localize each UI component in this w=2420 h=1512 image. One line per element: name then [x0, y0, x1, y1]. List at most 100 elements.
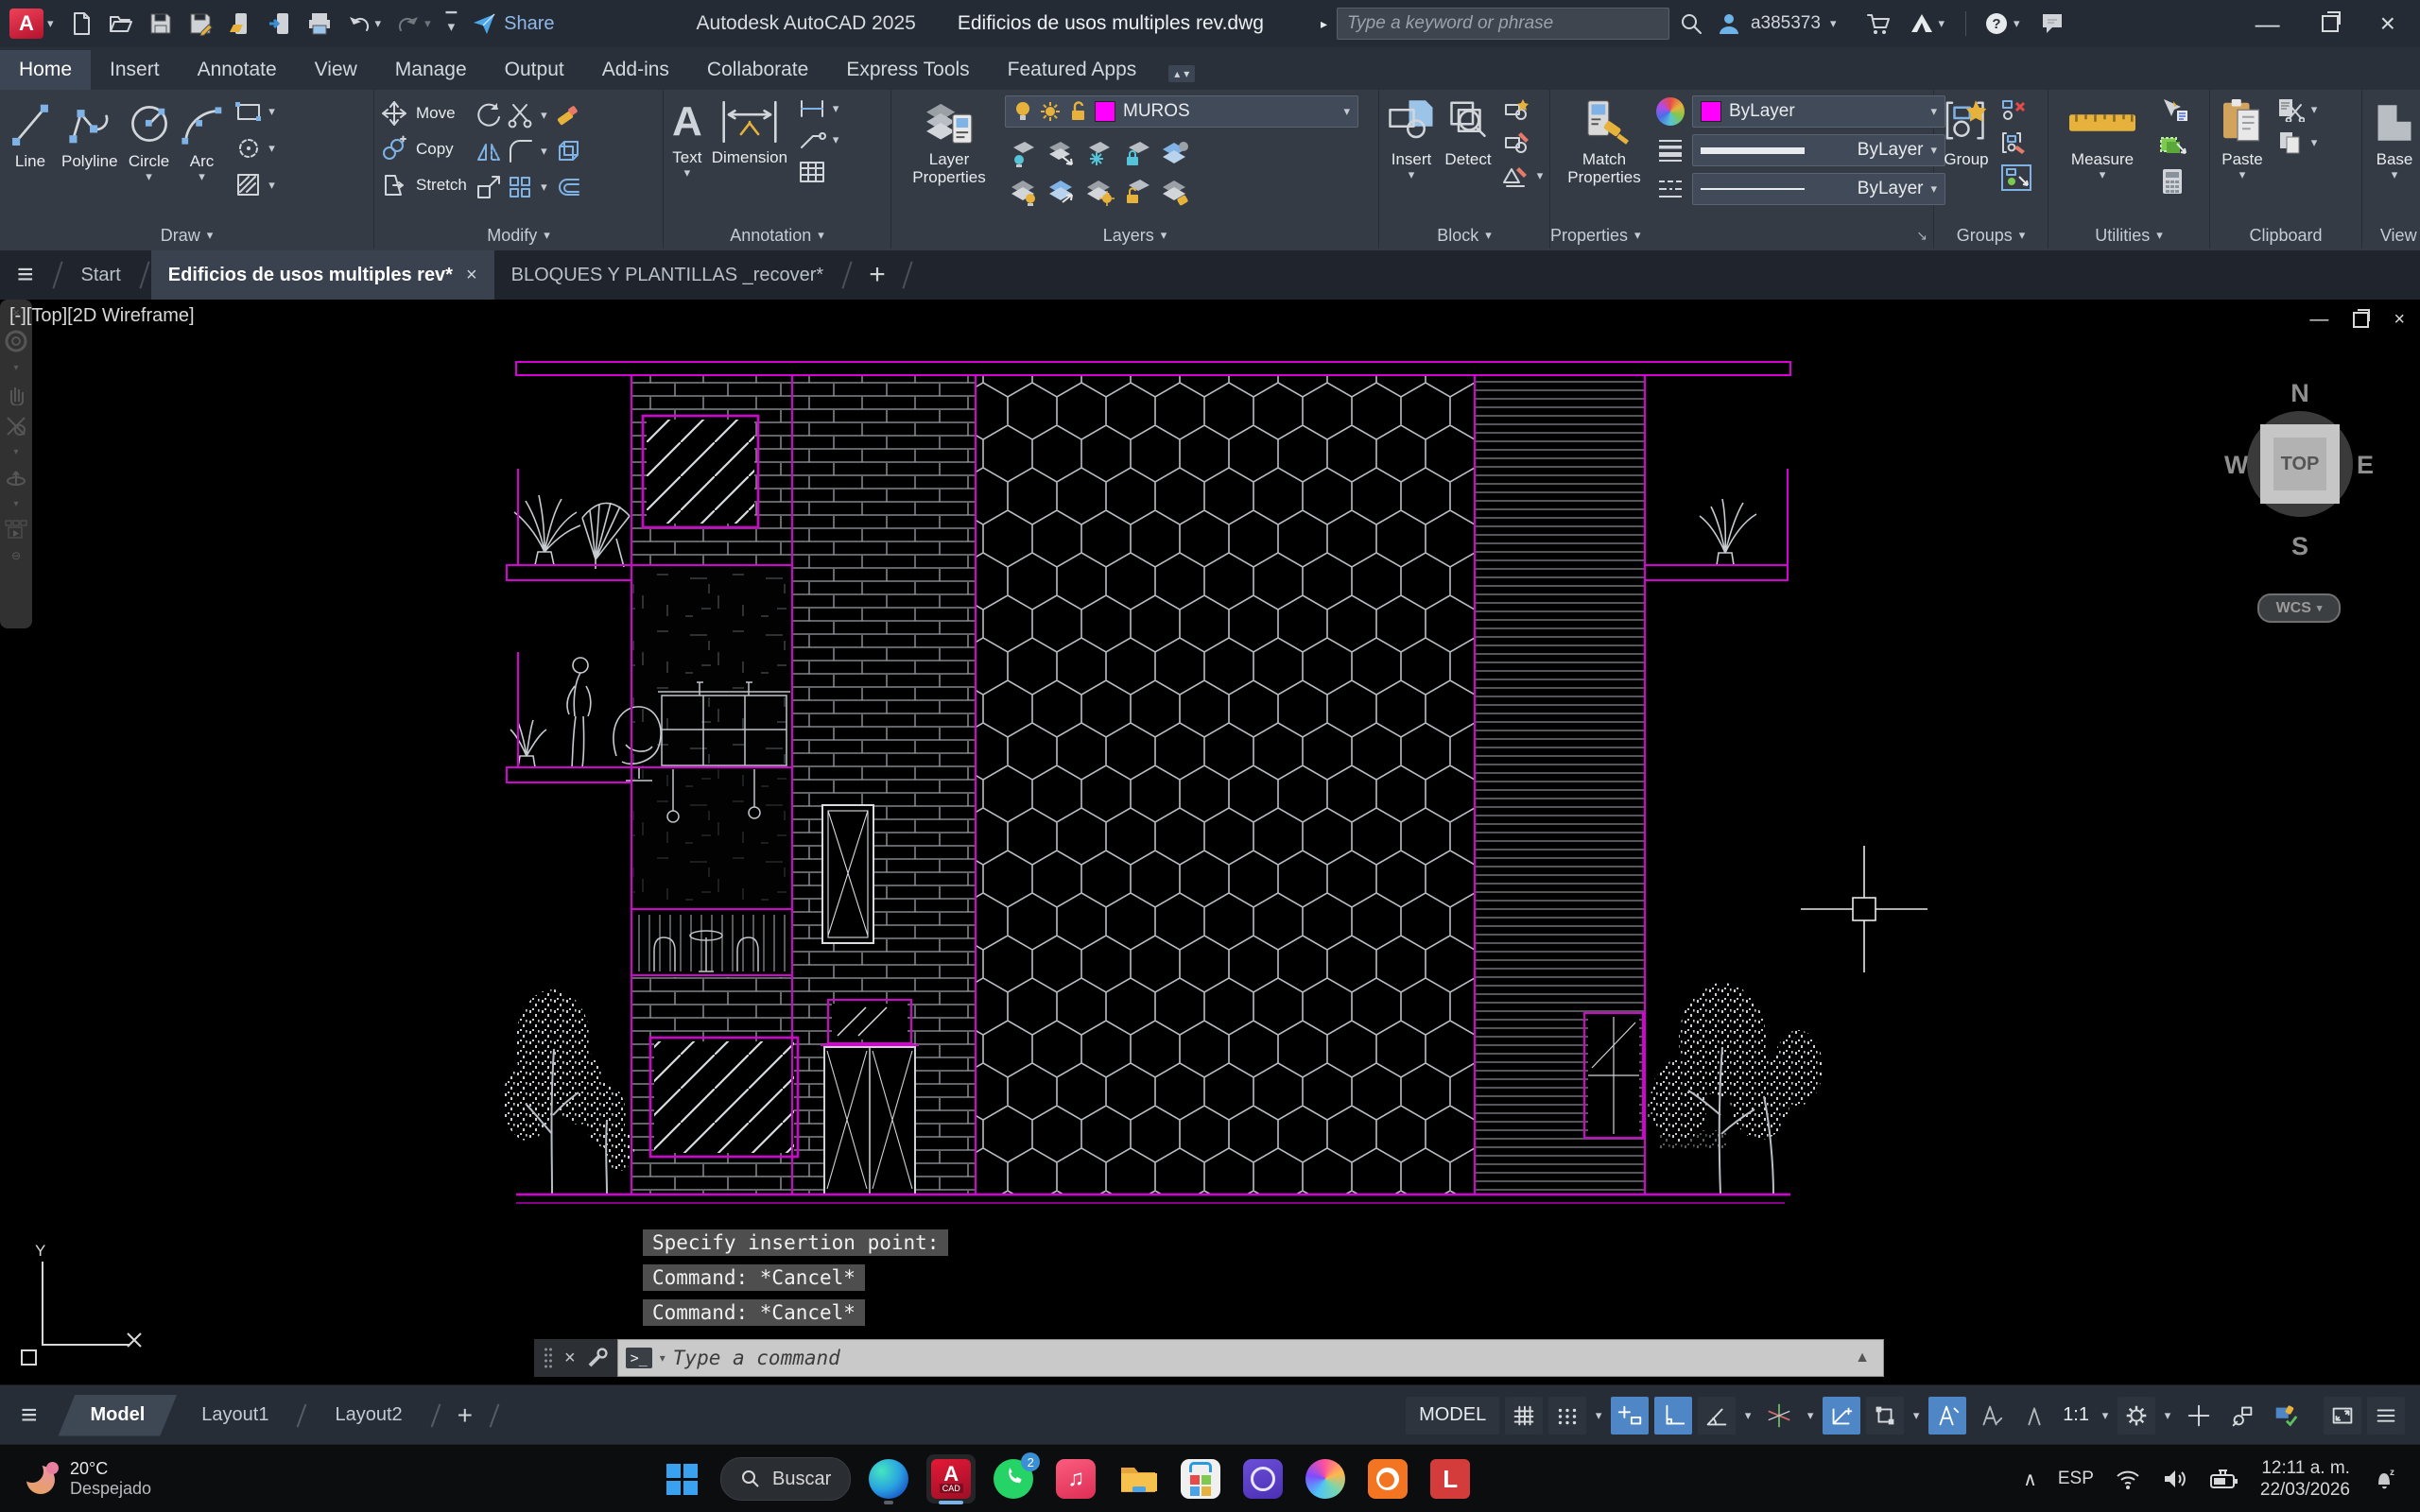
command-tools-wrench-icon[interactable] — [587, 1348, 608, 1368]
create-block-icon[interactable] — [1502, 97, 1530, 122]
dynamic-input-toggle[interactable] — [1611, 1397, 1649, 1435]
object-snap-tracking-toggle[interactable] — [1823, 1397, 1860, 1435]
mirror-icon[interactable] — [475, 137, 503, 165]
tab-annotate[interactable]: Annotate — [179, 50, 296, 90]
panel-label-layers[interactable]: Layers▾ — [891, 222, 1378, 249]
pan-hand-icon[interactable] — [5, 383, 27, 405]
tab-collaborate[interactable]: Collaborate — [688, 50, 827, 90]
zoom-extents-icon[interactable] — [5, 415, 27, 438]
erase-icon[interactable] — [554, 101, 582, 129]
group-edit-icon[interactable] — [2000, 130, 2029, 155]
plot-icon[interactable] — [307, 11, 332, 36]
panel-label-modify[interactable]: Modify▾ — [374, 222, 663, 249]
cut-icon[interactable]: ▾ — [2276, 97, 2321, 122]
help-search-input[interactable]: Type a keyword or phrase — [1337, 8, 1669, 40]
command-recent-caret-icon[interactable]: ▾ — [660, 1351, 666, 1365]
linetype-icon[interactable] — [1656, 175, 1685, 203]
new-drawing-tab-button[interactable]: + — [854, 250, 901, 300]
layer-off-icon[interactable] — [1008, 140, 1040, 168]
taskbar-weather-widget[interactable]: 20°C Despejado — [25, 1459, 384, 1499]
detect-button[interactable]: Detect — [1442, 95, 1495, 170]
edit-attributes-icon[interactable]: ▾ — [1502, 163, 1547, 188]
tab-manage[interactable]: Manage — [376, 50, 486, 90]
tab-express-tools[interactable]: Express Tools — [827, 50, 988, 90]
user-avatar-icon[interactable] — [1717, 11, 1741, 36]
navbar-minimize-icon[interactable]: ⊖ — [11, 549, 21, 562]
copilot-app-button[interactable] — [1301, 1454, 1350, 1503]
copy-button[interactable]: Copy — [380, 131, 467, 167]
ribbon-collapse-button[interactable]: ▴▾ — [1168, 65, 1195, 82]
object-color-combo[interactable]: ByLayer ▾ — [1692, 95, 1945, 128]
scale-icon[interactable] — [475, 173, 503, 201]
fillet-icon[interactable]: ▾ — [506, 137, 550, 165]
new-file-icon[interactable] — [69, 11, 94, 36]
feedback-icon[interactable] — [2039, 10, 2066, 37]
layer-freeze-icon[interactable] — [1083, 140, 1115, 168]
ungroup-icon[interactable] — [2000, 97, 2029, 122]
security-app-button[interactable] — [1238, 1454, 1288, 1503]
grid-display-toggle[interactable] — [1505, 1397, 1543, 1435]
paste-button[interactable]: Paste ▾ — [2216, 95, 2269, 181]
layer-thaw-all-icon[interactable] — [1083, 178, 1115, 206]
hatch-button[interactable]: ▾ — [234, 171, 279, 199]
panel-label-block[interactable]: Block▾ — [1379, 222, 1549, 249]
viewport-restore-icon[interactable] — [2353, 312, 2369, 328]
linetype-combo[interactable]: ByLayer ▾ — [1692, 173, 1945, 205]
polar-tracking-toggle[interactable] — [1698, 1397, 1736, 1435]
offset-icon[interactable] — [554, 173, 582, 201]
annotation-autoscale-toggle[interactable] — [1972, 1397, 2010, 1435]
navigation-wheel-icon[interactable] — [4, 329, 28, 353]
isolate-objects-toggle[interactable] — [2223, 1397, 2261, 1435]
orbit-icon[interactable] — [5, 467, 27, 490]
layer-match-icon[interactable] — [1159, 140, 1191, 168]
navigation-bar[interactable]: × ▾ ▾ ▾ ⊖ — [0, 300, 32, 628]
volume-icon[interactable] — [2162, 1468, 2188, 1490]
dimension-button[interactable]: Dimension — [709, 95, 790, 168]
clean-screen-plus[interactable] — [2180, 1397, 2218, 1435]
stretch-button[interactable]: Stretch — [380, 167, 467, 203]
tray-clock[interactable]: 12:11 a. m. 22/03/2026 — [2260, 1457, 2350, 1501]
calculator-icon[interactable] — [2158, 167, 2187, 196]
panel-label-groups[interactable]: Groups▾ — [1934, 222, 2048, 249]
copy-clip-icon[interactable]: ▾ — [2276, 130, 2321, 155]
viewcube-north[interactable]: N — [2224, 379, 2376, 408]
properties-dialog-launcher-icon[interactable]: ↘ — [1916, 228, 1927, 244]
panel-label-view[interactable]: View▾ — [2362, 222, 2420, 249]
tray-expand-icon[interactable]: ∧ — [2023, 1468, 2037, 1491]
layer-isolate-icon[interactable] — [1046, 140, 1078, 168]
arc-button[interactable]: Arc ▾ — [178, 95, 227, 183]
edge-app-button[interactable] — [864, 1454, 913, 1503]
quick-calc-select-icon[interactable] — [2158, 132, 2188, 159]
color-wheel-icon[interactable] — [1656, 97, 1685, 126]
rotate-icon[interactable] — [475, 101, 503, 129]
file-tabs-menu-icon[interactable]: ≡ — [0, 250, 51, 300]
revision-cloud-button[interactable]: ▾ — [234, 134, 279, 163]
panel-label-clipboard[interactable]: Clipboard — [2210, 222, 2361, 249]
panel-label-properties[interactable]: Properties▾↘ — [1550, 222, 1933, 249]
user-menu-caret-icon[interactable]: ▾ — [1830, 19, 1837, 28]
tab-insert[interactable]: Insert — [91, 50, 179, 90]
search-expand-icon[interactable]: ▸ — [1321, 16, 1327, 32]
layer-lock-icon[interactable] — [1121, 140, 1153, 168]
linear-dimension-button[interactable]: ▾ — [798, 97, 842, 120]
panel-label-draw[interactable]: Draw▾ — [0, 222, 373, 249]
layer-merge-icon[interactable] — [1159, 178, 1191, 206]
viewport-minimize-icon[interactable]: — — [2309, 309, 2328, 331]
ortho-mode-toggle[interactable] — [1654, 1397, 1692, 1435]
username[interactable]: a385373 — [1751, 13, 1821, 34]
measure-button[interactable]: Measure ▾ — [2054, 95, 2151, 181]
tab-model[interactable]: Model — [59, 1395, 178, 1436]
save-to-web-icon[interactable] — [268, 11, 292, 36]
layer-unlock-tool-icon[interactable] — [1121, 178, 1153, 206]
isometric-drafting-toggle[interactable] — [1760, 1397, 1798, 1435]
drawing-viewport[interactable]: [-][Top][2D Wireframe] — × — [0, 300, 2420, 1384]
crunchyroll-app-button[interactable] — [1363, 1454, 1412, 1503]
viewcube-top-face[interactable]: TOP — [2260, 424, 2340, 504]
gear-caret-icon[interactable]: ▾ — [2161, 1408, 2174, 1423]
status-customize-menu[interactable] — [2367, 1397, 2405, 1435]
rectangle-button[interactable]: ▾ — [234, 97, 279, 126]
file-explorer-button[interactable] — [1114, 1454, 1163, 1503]
ms-store-button[interactable] — [1176, 1454, 1225, 1503]
workspace-settings-gear[interactable] — [2118, 1397, 2155, 1435]
tab-layout1[interactable]: Layout1 — [177, 1395, 293, 1436]
